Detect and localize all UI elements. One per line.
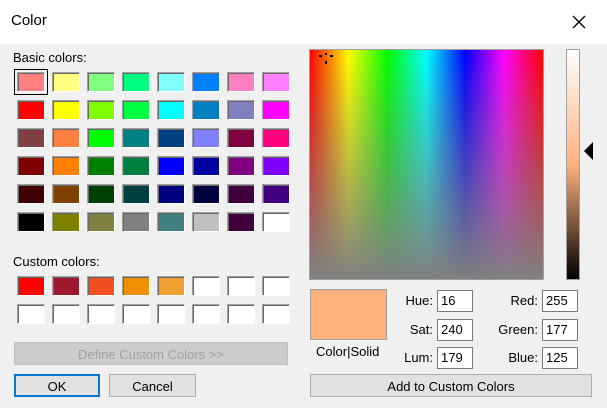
basic-color-swatch[interactable]	[87, 156, 115, 176]
add-to-custom-colors-button[interactable]: Add to Custom Colors	[310, 374, 592, 397]
basic-color-swatch[interactable]	[122, 128, 150, 148]
sat-input[interactable]: 240	[437, 319, 473, 341]
basic-color-swatch[interactable]	[192, 212, 220, 232]
basic-color-swatch[interactable]	[87, 128, 115, 148]
basic-color-swatch[interactable]	[17, 156, 45, 176]
basic-color-swatch[interactable]	[52, 184, 80, 204]
spectrum-saturation-layer	[310, 50, 543, 279]
crosshair-icon	[319, 53, 333, 64]
triangle-left-icon[interactable]	[584, 141, 593, 160]
custom-color-swatch[interactable]	[17, 276, 45, 296]
basic-color-swatch[interactable]	[262, 100, 290, 120]
basic-color-swatch[interactable]	[192, 72, 220, 92]
basic-color-swatch[interactable]	[227, 128, 255, 148]
green-label: Green:	[498, 322, 538, 337]
custom-color-swatch[interactable]	[227, 276, 255, 296]
custom-color-swatch[interactable]	[52, 276, 80, 296]
red-input[interactable]: 255	[542, 290, 578, 312]
dialog-title: Color	[11, 12, 47, 29]
basic-color-swatch[interactable]	[227, 184, 255, 204]
dialog-body: Basic colors: Custom colors: Define Cust…	[0, 44, 607, 408]
basic-color-swatch[interactable]	[52, 212, 80, 232]
custom-color-swatch[interactable]	[87, 276, 115, 296]
basic-color-swatch[interactable]	[192, 128, 220, 148]
basic-color-swatch[interactable]	[17, 100, 45, 120]
basic-color-swatch[interactable]	[262, 72, 290, 92]
ok-button[interactable]: OK	[14, 374, 100, 397]
custom-color-swatch[interactable]	[122, 304, 150, 324]
luminance-slider[interactable]	[566, 49, 580, 280]
custom-color-swatch[interactable]	[227, 304, 255, 324]
basic-color-swatch[interactable]	[122, 212, 150, 232]
lum-label: Lum:	[404, 350, 433, 365]
basic-color-swatch[interactable]	[17, 184, 45, 204]
basic-color-swatch[interactable]	[227, 72, 255, 92]
basic-color-swatch[interactable]	[227, 212, 255, 232]
basic-color-swatch[interactable]	[227, 100, 255, 120]
hue-label: Hue:	[405, 293, 433, 308]
custom-color-swatch[interactable]	[262, 276, 290, 296]
basic-color-swatch[interactable]	[122, 184, 150, 204]
close-button[interactable]	[560, 6, 598, 38]
basic-color-swatch[interactable]	[52, 100, 80, 120]
lum-input[interactable]: 179	[437, 347, 473, 369]
basic-colors-label: Basic colors:	[13, 50, 87, 65]
basic-color-swatch[interactable]	[52, 128, 80, 148]
custom-color-swatch[interactable]	[87, 304, 115, 324]
basic-color-swatch[interactable]	[157, 184, 185, 204]
basic-color-swatch[interactable]	[262, 212, 290, 232]
basic-color-swatch[interactable]	[157, 212, 185, 232]
custom-color-swatch[interactable]	[157, 276, 185, 296]
basic-color-swatch[interactable]	[87, 100, 115, 120]
color-solid-label: Color|Solid	[316, 344, 380, 359]
green-input[interactable]: 177	[542, 319, 578, 341]
define-custom-colors-button[interactable]: Define Custom Colors >>	[14, 342, 288, 365]
basic-color-swatch[interactable]	[262, 128, 290, 148]
basic-color-swatch[interactable]	[157, 156, 185, 176]
basic-color-swatch[interactable]	[157, 128, 185, 148]
blue-label: Blue:	[508, 350, 538, 365]
basic-color-swatch[interactable]	[227, 156, 255, 176]
basic-color-swatch[interactable]	[157, 72, 185, 92]
basic-color-swatch[interactable]	[52, 156, 80, 176]
basic-color-swatch[interactable]	[52, 72, 80, 92]
title-bar: Color	[0, 0, 607, 44]
blue-input[interactable]: 125	[542, 347, 578, 369]
red-label: Red:	[510, 293, 538, 308]
basic-color-swatch[interactable]	[87, 184, 115, 204]
basic-color-swatch[interactable]	[14, 69, 48, 95]
hue-input[interactable]: 16	[437, 290, 473, 312]
color-spectrum[interactable]	[309, 49, 544, 280]
basic-color-swatch[interactable]	[157, 100, 185, 120]
basic-color-swatch[interactable]	[262, 156, 290, 176]
basic-color-swatch[interactable]	[192, 156, 220, 176]
custom-colors-label: Custom colors:	[13, 254, 100, 269]
cancel-button[interactable]: Cancel	[109, 374, 196, 397]
custom-color-swatch[interactable]	[192, 276, 220, 296]
custom-color-swatch[interactable]	[52, 304, 80, 324]
basic-color-swatch[interactable]	[17, 128, 45, 148]
basic-color-swatch[interactable]	[122, 100, 150, 120]
custom-color-swatch[interactable]	[262, 304, 290, 324]
custom-color-swatch[interactable]	[157, 304, 185, 324]
custom-color-swatch[interactable]	[192, 304, 220, 324]
basic-color-swatch[interactable]	[122, 72, 150, 92]
custom-color-swatch[interactable]	[122, 276, 150, 296]
basic-color-swatch[interactable]	[122, 156, 150, 176]
close-icon	[572, 15, 586, 29]
color-preview	[310, 289, 387, 340]
basic-color-swatch[interactable]	[192, 184, 220, 204]
basic-color-swatch[interactable]	[192, 100, 220, 120]
basic-color-swatch[interactable]	[87, 72, 115, 92]
basic-color-swatch[interactable]	[17, 212, 45, 232]
custom-color-swatch[interactable]	[17, 304, 45, 324]
sat-label: Sat:	[409, 322, 433, 337]
basic-color-swatch[interactable]	[87, 212, 115, 232]
basic-color-swatch[interactable]	[262, 184, 290, 204]
